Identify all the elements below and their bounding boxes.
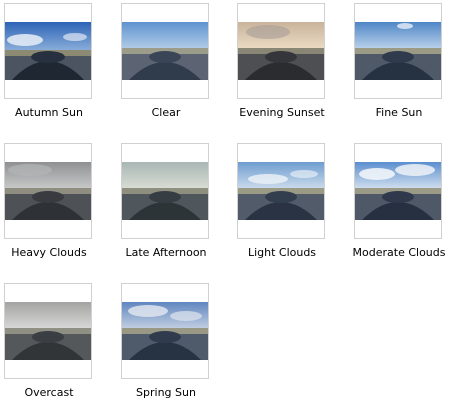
preset-tile-spring-sun[interactable]: Spring Sun (117, 280, 227, 410)
preset-tile-late-afternoon[interactable]: Late Afternoon (117, 140, 227, 270)
preset-tile-light-clouds[interactable]: Light Clouds (233, 140, 343, 270)
preset-thumbnail-spring-sun[interactable] (121, 283, 209, 379)
preset-tile-heavy-clouds[interactable]: Heavy Clouds (0, 140, 110, 270)
car-view-image-spring-sun (122, 284, 208, 378)
preset-thumbnail-light-clouds[interactable] (237, 143, 325, 239)
preset-thumbnail-heavy-clouds[interactable] (4, 143, 92, 239)
car-view-image-moderate-clouds (355, 144, 441, 238)
preset-thumbnail-late-afternoon[interactable] (121, 143, 209, 239)
preset-tile-fine-sun[interactable]: Fine Sun (350, 0, 460, 130)
preset-thumbnail-fine-sun[interactable] (354, 3, 442, 99)
car-view-image-fine-sun (355, 4, 441, 98)
preset-thumbnail-autumn-sun[interactable] (4, 3, 92, 99)
preset-gallery: Autumn Sun Clear Evening Sunset Fine Sun… (0, 0, 465, 404)
car-view-image-overcast (5, 284, 91, 378)
car-view-image-autumn-sun (5, 4, 91, 98)
preset-tile-clear[interactable]: Clear (117, 0, 227, 130)
preset-label-moderate-clouds: Moderate Clouds (352, 246, 446, 259)
car-view-image-evening-sunset (238, 4, 324, 98)
preset-thumbnail-clear[interactable] (121, 3, 209, 99)
preset-label-spring-sun: Spring Sun (136, 386, 196, 399)
preset-tile-autumn-sun[interactable]: Autumn Sun (0, 0, 110, 130)
preset-label-fine-sun: Fine Sun (375, 106, 423, 119)
car-view-image-clear (122, 4, 208, 98)
car-view-image-light-clouds (238, 144, 324, 238)
preset-tile-moderate-clouds[interactable]: Moderate Clouds (350, 140, 460, 270)
car-view-image-heavy-clouds (5, 144, 91, 238)
car-view-image-late-afternoon (122, 144, 208, 238)
preset-thumbnail-evening-sunset[interactable] (237, 3, 325, 99)
preset-thumbnail-overcast[interactable] (4, 283, 92, 379)
preset-tile-overcast[interactable]: Overcast (0, 280, 110, 410)
preset-tile-evening-sunset[interactable]: Evening Sunset (233, 0, 343, 130)
preset-thumbnail-moderate-clouds[interactable] (354, 143, 442, 239)
